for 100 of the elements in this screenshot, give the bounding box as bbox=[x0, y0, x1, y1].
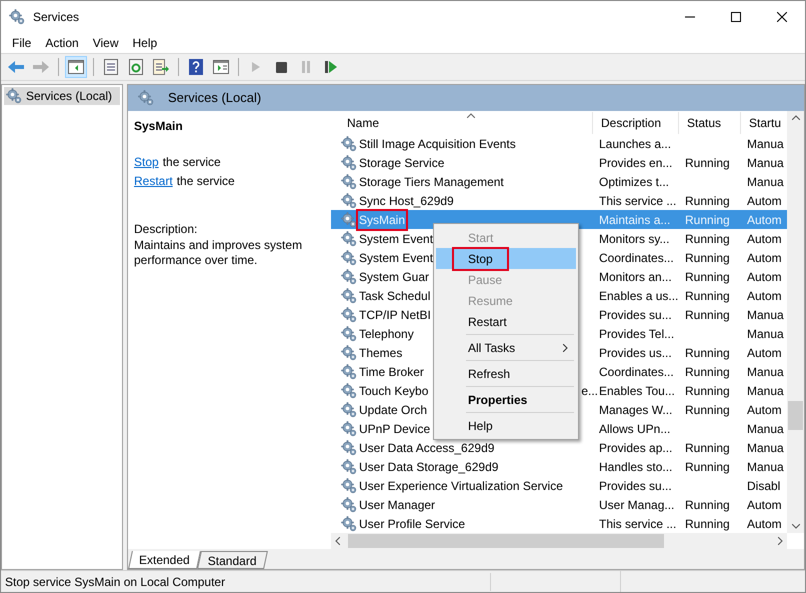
column-header[interactable]: Name bbox=[331, 112, 593, 134]
export-icon bbox=[153, 59, 169, 75]
service-name[interactable]: User Profile Service bbox=[358, 514, 466, 532]
menu-item[interactable]: Stop bbox=[436, 248, 576, 269]
menu-item[interactable]: File bbox=[5, 32, 38, 53]
pause-icon bbox=[301, 61, 311, 73]
service-name[interactable]: Update Orch bbox=[358, 400, 428, 418]
window-icon bbox=[213, 60, 229, 74]
table-cell-text: Maintains a... bbox=[598, 212, 672, 228]
table-cell-text: Manua bbox=[746, 458, 785, 476]
menu-item[interactable]: Refresh bbox=[436, 363, 576, 384]
table-cell-text: Manua bbox=[746, 364, 785, 380]
service-name[interactable]: Touch Keybo bbox=[358, 382, 430, 400]
column-header[interactable]: Startu bbox=[741, 112, 787, 134]
column-header[interactable]: Description bbox=[593, 112, 679, 134]
gear-icon bbox=[341, 458, 357, 474]
view-tab[interactable]: Extended bbox=[128, 551, 201, 569]
scroll-down-icon[interactable] bbox=[792, 524, 800, 529]
table-cell-text: Autom bbox=[746, 212, 783, 228]
action-text: the service bbox=[162, 154, 221, 171]
menu-item[interactable]: Properties bbox=[436, 389, 576, 410]
service-name[interactable]: Sync Host_629d9 bbox=[358, 192, 455, 210]
tree-item[interactable]: Services (Local) bbox=[4, 87, 120, 105]
service-name[interactable]: Storage Tiers Management bbox=[358, 172, 505, 190]
service-title: SysMain bbox=[134, 118, 184, 135]
table-cell-text: Manua bbox=[746, 382, 785, 400]
service-name[interactable]: System Guar bbox=[358, 268, 430, 286]
table-cell-text: Autom bbox=[746, 344, 783, 362]
table-cell-text: Provides su... bbox=[598, 478, 673, 494]
gear-icon bbox=[341, 382, 357, 398]
table-cell-text: Provides en... bbox=[598, 154, 674, 172]
table-cell-text: Running bbox=[684, 344, 731, 362]
scroll-right-icon[interactable] bbox=[778, 537, 783, 545]
service-name[interactable]: Telephony bbox=[358, 324, 415, 342]
pane-title: Services (Local) bbox=[168, 89, 262, 108]
table-cell-text: Manua bbox=[746, 154, 785, 172]
gear-icon bbox=[341, 306, 357, 322]
service-name[interactable]: System Event bbox=[358, 248, 434, 266]
action-link[interactable]: Restart bbox=[134, 172, 173, 190]
menu-item[interactable]: All Tasks bbox=[436, 337, 576, 358]
stop-icon bbox=[276, 62, 286, 72]
table-cell-text: This service ... bbox=[598, 516, 678, 532]
column-header[interactable]: Status bbox=[679, 112, 741, 134]
service-name[interactable]: Still Image Acquisition Events bbox=[358, 134, 517, 152]
view-tab[interactable]: Standard bbox=[196, 551, 268, 569]
table-cell-text: Autom bbox=[746, 250, 783, 266]
menu-item[interactable]: Action bbox=[38, 32, 86, 53]
table-cell-text: Autom bbox=[746, 268, 783, 286]
action-link[interactable]: Stop bbox=[134, 153, 159, 171]
service-name[interactable]: User Manager bbox=[358, 496, 436, 514]
table-cell-text: Manua bbox=[746, 306, 785, 324]
gear-icon bbox=[341, 250, 357, 266]
gear-icon bbox=[341, 496, 357, 512]
toolbar-button[interactable] bbox=[150, 56, 172, 78]
table-cell-text: Manua bbox=[746, 420, 785, 438]
service-name[interactable]: UPnP Device bbox=[358, 420, 432, 438]
service-name[interactable]: Task Schedul bbox=[358, 286, 432, 304]
table-cell-text: Monitors an... bbox=[598, 268, 673, 286]
table-cell-text: Autom bbox=[746, 288, 783, 304]
menu-item[interactable]: View bbox=[86, 32, 126, 53]
table-cell-text: Running bbox=[684, 516, 731, 532]
gear-icon bbox=[341, 230, 357, 246]
service-name[interactable]: System Event bbox=[358, 230, 434, 248]
vertical-scrollbar[interactable] bbox=[787, 111, 804, 533]
table-cell-text: Running bbox=[684, 382, 731, 400]
scrollbar-thumb[interactable] bbox=[788, 401, 803, 430]
table-cell-text: Manua bbox=[746, 326, 785, 342]
table-cell-text: Optimizes t... bbox=[598, 174, 670, 190]
scrollbar-thumb[interactable] bbox=[348, 534, 664, 548]
scroll-up-icon[interactable] bbox=[792, 115, 800, 120]
table-cell-text: Running bbox=[684, 288, 731, 304]
menu-item[interactable]: Help bbox=[436, 415, 576, 436]
gear-icon bbox=[341, 268, 357, 284]
horizontal-scrollbar[interactable] bbox=[331, 533, 787, 549]
service-name[interactable]: TCP/IP NetBI bbox=[358, 306, 432, 324]
play-icon bbox=[251, 61, 261, 73]
table-cell-text: Disabl bbox=[746, 478, 782, 494]
gear-icon bbox=[341, 174, 357, 190]
table-cell-text: This service ... bbox=[598, 192, 678, 210]
service-name[interactable]: User Data Access_629d9 bbox=[358, 438, 496, 456]
service-name[interactable]: Storage Service bbox=[358, 154, 446, 172]
table-cell-text: User Manag... bbox=[598, 496, 676, 514]
table-cell-text: Running bbox=[684, 458, 731, 476]
toolbar-button[interactable] bbox=[65, 56, 87, 78]
service-name[interactable]: User Data Storage_629d9 bbox=[358, 458, 500, 476]
service-name[interactable]: User Experience Virtualization Service bbox=[358, 476, 564, 494]
back-arrow-icon bbox=[7, 60, 25, 74]
gear-icon bbox=[341, 136, 357, 152]
service-name[interactable]: Themes bbox=[358, 344, 404, 362]
table-cell-text: Autom bbox=[746, 516, 783, 532]
scroll-left-icon[interactable] bbox=[335, 537, 340, 545]
gear-icon bbox=[341, 440, 357, 456]
table-cell-text: Monitors sy... bbox=[598, 230, 670, 248]
gear-icon bbox=[6, 88, 22, 104]
menu-item[interactable]: Help bbox=[126, 32, 164, 53]
menu-item[interactable]: Restart bbox=[436, 311, 576, 332]
table-cell-text: Running bbox=[684, 212, 731, 228]
gear-icon bbox=[341, 402, 357, 418]
resume-icon bbox=[325, 61, 337, 73]
service-name[interactable]: Time Broker bbox=[358, 362, 425, 380]
